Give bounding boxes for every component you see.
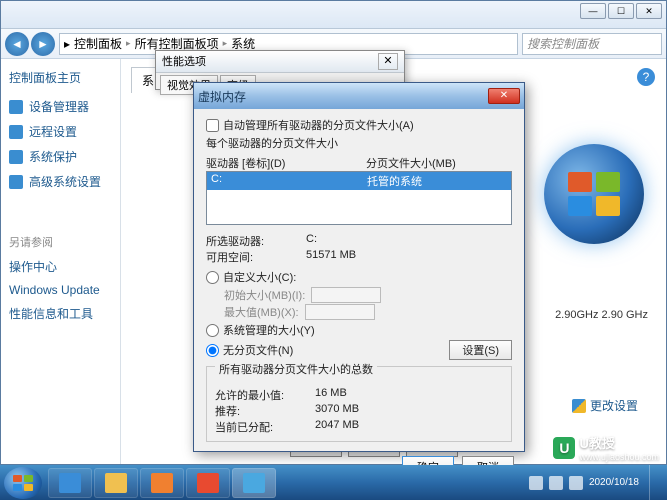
sidebar-item-protection[interactable]: 系统保护 bbox=[9, 144, 112, 169]
window-controls: — ☐ ✕ bbox=[580, 3, 662, 19]
each-drive-label: 每个驱动器的分页文件大小 bbox=[206, 135, 512, 151]
taskbar-item-media[interactable] bbox=[140, 468, 184, 498]
app-icon bbox=[197, 473, 219, 493]
perf-close-button[interactable]: ✕ bbox=[378, 53, 398, 70]
watermark-text: U教授 bbox=[579, 433, 659, 452]
auto-manage-input[interactable] bbox=[206, 119, 219, 132]
drive-list-header: 驱动器 [卷标](D) 分页文件大小(MB) bbox=[206, 155, 512, 171]
show-desktop-button[interactable] bbox=[649, 465, 659, 500]
shield-icon bbox=[9, 125, 23, 139]
tray-date[interactable]: 2020/10/18 bbox=[589, 477, 639, 488]
shield-icon bbox=[9, 150, 23, 164]
recommended-value: 3070 MB bbox=[315, 403, 359, 419]
sidebar-see-also: 另请参阅 bbox=[9, 234, 112, 250]
selected-drive-label: 所选驱动器: bbox=[206, 233, 306, 249]
shield-icon bbox=[9, 175, 23, 189]
watermark-badge: U bbox=[553, 437, 575, 459]
perf-titlebar: 性能选项 ✕ bbox=[156, 51, 404, 73]
help-icon[interactable]: ? bbox=[637, 68, 655, 86]
search-input[interactable]: 搜索控制面板 bbox=[522, 33, 662, 55]
tray-network-icon[interactable] bbox=[549, 476, 563, 490]
vm-titlebar[interactable]: 虚拟内存 ✕ bbox=[194, 83, 524, 109]
start-button[interactable] bbox=[4, 467, 42, 499]
system-icon bbox=[243, 473, 265, 493]
drive-listbox[interactable]: C: 托管的系统 bbox=[206, 171, 512, 225]
shield-icon bbox=[572, 399, 586, 413]
folder-icon bbox=[105, 473, 127, 493]
system-tray: 2020/10/18 bbox=[529, 465, 663, 500]
totals-title: 所有驱动器分页文件大小的总数 bbox=[215, 361, 377, 377]
taskbar-item-ie[interactable] bbox=[48, 468, 92, 498]
breadcrumb-sep: ▸ bbox=[64, 37, 70, 51]
cpu-info: 2.90GHz 2.90 GHz bbox=[555, 309, 648, 321]
sidebar-title: 控制面板主页 bbox=[9, 69, 112, 86]
current-label: 当前已分配: bbox=[215, 419, 315, 435]
forward-button[interactable]: ► bbox=[31, 32, 55, 56]
min-allowed-label: 允许的最小值: bbox=[215, 387, 315, 403]
recommended-label: 推荐: bbox=[215, 403, 315, 419]
taskbar-item-app[interactable] bbox=[186, 468, 230, 498]
sidebar-item-windows-update[interactable]: Windows Update bbox=[9, 279, 112, 301]
initial-size-label: 初始大小(MB)(I): bbox=[224, 287, 305, 303]
sidebar: 控制面板主页 设备管理器 远程设置 系统保护 高级系统设置 另请参阅 操作中心 … bbox=[1, 59, 121, 464]
ie-icon bbox=[59, 473, 81, 493]
sidebar-item-advanced[interactable]: 高级系统设置 bbox=[9, 169, 112, 194]
system-managed-radio[interactable]: 系统管理的大小(Y) bbox=[206, 322, 512, 338]
taskbar: 2020/10/18 bbox=[0, 465, 667, 500]
auto-manage-checkbox[interactable]: 自动管理所有驱动器的分页文件大小(A) bbox=[206, 117, 512, 133]
tray-volume-icon[interactable] bbox=[569, 476, 583, 490]
close-button[interactable]: ✕ bbox=[636, 3, 662, 19]
maximize-button[interactable]: ☐ bbox=[608, 3, 634, 19]
available-label: 可用空间: bbox=[206, 249, 306, 265]
breadcrumb-sep: ▸ bbox=[126, 38, 131, 49]
watermark-url: www.ujiaoshou.com bbox=[579, 452, 659, 462]
taskbar-item-explorer[interactable] bbox=[94, 468, 138, 498]
sidebar-item-action-center[interactable]: 操作中心 bbox=[9, 254, 112, 279]
titlebar: — ☐ ✕ bbox=[1, 1, 666, 29]
sidebar-item-remote[interactable]: 远程设置 bbox=[9, 119, 112, 144]
max-size-input bbox=[305, 304, 375, 320]
back-button[interactable]: ◄ bbox=[5, 32, 29, 56]
drive-row-selected[interactable]: C: 托管的系统 bbox=[207, 172, 511, 190]
virtual-memory-dialog: 虚拟内存 ✕ 自动管理所有驱动器的分页文件大小(A) 每个驱动器的分页文件大小 … bbox=[193, 82, 525, 452]
sidebar-item-perf-info[interactable]: 性能信息和工具 bbox=[9, 301, 112, 326]
breadcrumb-item[interactable]: 控制面板 bbox=[74, 35, 122, 52]
no-paging-radio[interactable]: 无分页文件(N) bbox=[206, 342, 293, 358]
initial-size-input bbox=[311, 287, 381, 303]
current-value: 2047 MB bbox=[315, 419, 359, 435]
vm-close-button[interactable]: ✕ bbox=[488, 88, 520, 104]
tray-flag-icon[interactable] bbox=[529, 476, 543, 490]
windows-logo bbox=[544, 144, 644, 244]
custom-size-radio[interactable]: 自定义大小(C): bbox=[206, 269, 512, 285]
media-icon bbox=[151, 473, 173, 493]
breadcrumb-sep: ▸ bbox=[223, 38, 228, 49]
selected-drive-value: C: bbox=[306, 233, 317, 249]
change-settings-link[interactable]: 更改设置 bbox=[572, 397, 638, 414]
max-size-label: 最大值(MB)(X): bbox=[224, 304, 299, 320]
set-button[interactable]: 设置(S) bbox=[449, 340, 512, 360]
taskbar-item-system[interactable] bbox=[232, 468, 276, 498]
totals-group: 所有驱动器分页文件大小的总数 允许的最小值:16 MB 推荐:3070 MB 当… bbox=[206, 366, 512, 442]
watermark: U U教授 www.ujiaoshou.com bbox=[553, 433, 659, 462]
min-allowed-value: 16 MB bbox=[315, 387, 347, 403]
perf-title: 性能选项 bbox=[162, 53, 206, 70]
available-value: 51571 MB bbox=[306, 249, 356, 265]
shield-icon bbox=[9, 100, 23, 114]
minimize-button[interactable]: — bbox=[580, 3, 606, 19]
search-placeholder: 搜索控制面板 bbox=[527, 35, 599, 52]
sidebar-item-device-manager[interactable]: 设备管理器 bbox=[9, 94, 112, 119]
vm-title: 虚拟内存 bbox=[198, 88, 246, 105]
